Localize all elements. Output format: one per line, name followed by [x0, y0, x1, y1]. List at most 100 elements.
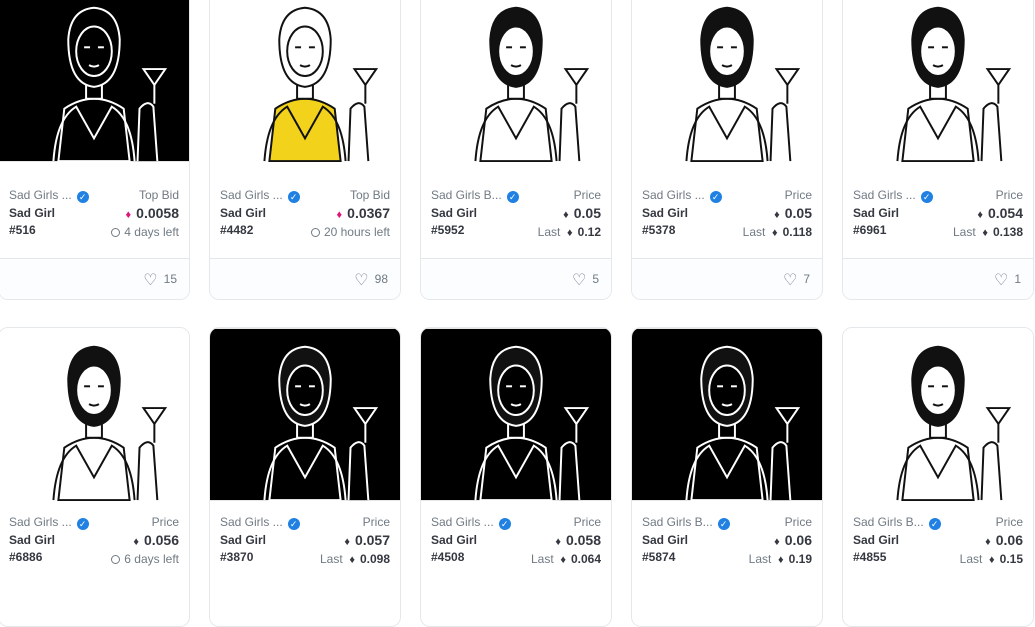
nft-grid: Sad Girls ... ✓ Sad Girl #516 Top Bid ♦ 0.…: [0, 0, 1035, 627]
card-footer: ♡ 1: [843, 258, 1033, 299]
price-label: Price: [573, 515, 601, 529]
ethereum-icon: ♦: [977, 209, 983, 221]
ethereum-icon: ♦: [563, 209, 569, 221]
nft-image[interactable]: [421, 328, 611, 501]
price-label: Top Bid: [138, 188, 179, 202]
verified-badge-icon: ✓: [709, 191, 722, 203]
heart-icon: ♡: [993, 272, 1009, 289]
ethereum-icon: ♦: [560, 554, 566, 566]
weth-icon: ♦: [336, 209, 343, 221]
price-value: ♦ 0.057: [344, 532, 390, 548]
ethereum-icon: ♦: [567, 227, 573, 239]
collection-name[interactable]: Sad Girls ... ✓: [642, 188, 722, 203]
last-sale: Last ♦ 0.15: [959, 552, 1023, 566]
like-count: 7: [803, 272, 810, 286]
card-footer: ♡ 7: [632, 258, 822, 299]
nft-image[interactable]: [0, 0, 189, 162]
price-label: Top Bid: [349, 188, 390, 202]
collection-name[interactable]: Sad Girls ... ✓: [220, 188, 300, 203]
nft-image[interactable]: [632, 0, 822, 162]
time-left: 4 days left: [111, 225, 179, 239]
like-count: 1: [1014, 272, 1021, 286]
favorite-button[interactable]: ♡ 5: [572, 270, 599, 290]
collection-name[interactable]: Sad Girls ... ✓: [9, 188, 89, 203]
clock-icon: [111, 555, 121, 564]
nft-card[interactable]: Sad Girls ... ✓ Sad Girl #4482 Top Bid ♦ 0…: [209, 0, 401, 300]
collection-name[interactable]: Sad Girls B... ✓: [642, 515, 730, 530]
favorite-button[interactable]: ♡ 7: [783, 270, 810, 290]
last-sale: Last ♦ 0.064: [530, 552, 601, 566]
item-name: Sad Girl #5874: [642, 533, 689, 564]
heart-icon: ♡: [354, 272, 369, 289]
collection-name[interactable]: Sad Girls ... ✓: [9, 515, 89, 530]
like-count: 5: [592, 272, 599, 286]
like-count: 98: [374, 272, 388, 286]
heart-icon: ♡: [143, 272, 158, 289]
heart-icon: ♡: [782, 272, 798, 289]
nft-image[interactable]: [421, 0, 611, 162]
nft-card[interactable]: Sad Girls ... ✓ Sad Girl #516 Top Bid ♦ 0.…: [0, 0, 190, 300]
nft-card[interactable]: Sad Girls ... ✓ Sad Girl #3870 Price ♦ 0.0…: [209, 327, 401, 627]
favorite-button[interactable]: ♡ 15: [143, 270, 177, 290]
card-footer: ♡ 98: [210, 258, 400, 299]
last-sale: Last ♦ 0.12: [537, 225, 601, 239]
nft-card[interactable]: Sad Girls B... ✓ Sad Girl #5874 Price ♦ 0.…: [631, 327, 823, 627]
collection-name[interactable]: Sad Girls ... ✓: [853, 188, 933, 203]
verified-badge-icon: ✓: [717, 518, 730, 530]
ethereum-icon: ♦: [989, 554, 995, 566]
item-name: Sad Girl #5378: [642, 206, 689, 237]
item-name: Sad Girl #6886: [9, 533, 56, 564]
nft-card[interactable]: Sad Girls ... ✓ Sad Girl #5378 Price ♦ 0.0…: [631, 0, 823, 300]
last-sale: Last ♦ 0.138: [952, 225, 1023, 239]
nft-image[interactable]: [843, 0, 1033, 162]
card-info: Sad Girls ... ✓ Sad Girl #5378 Price ♦ 0.0…: [632, 185, 822, 251]
collection-name[interactable]: Sad Girls ... ✓: [220, 515, 300, 530]
like-count: 15: [163, 272, 177, 286]
nft-card[interactable]: Sad Girls ... ✓ Sad Girl #6961 Price ♦ 0.0…: [842, 0, 1034, 300]
nft-card[interactable]: Sad Girls B... ✓ Sad Girl #4855 Price ♦ 0.…: [842, 327, 1034, 627]
price-label: Price: [784, 188, 812, 202]
card-info: Sad Girls B... ✓ Sad Girl #4855 Price ♦ 0.…: [843, 512, 1033, 578]
collection-name[interactable]: Sad Girls B... ✓: [431, 188, 519, 203]
nft-image[interactable]: [210, 0, 400, 162]
verified-badge-icon: ✓: [287, 518, 300, 530]
weth-icon: ♦: [125, 209, 132, 221]
nft-card[interactable]: Sad Girls ... ✓ Sad Girl #4508 Price ♦ 0.0…: [420, 327, 612, 627]
ethereum-icon: ♦: [985, 536, 991, 548]
clock-icon: [310, 228, 320, 237]
nft-image[interactable]: [210, 328, 400, 501]
item-name: Sad Girl #4855: [853, 533, 900, 564]
ethereum-icon: ♦: [349, 554, 355, 566]
nft-image[interactable]: [843, 328, 1033, 501]
verified-badge-icon: ✓: [928, 518, 941, 530]
item-name: Sad Girl #6961: [853, 206, 900, 237]
verified-badge-icon: ✓: [920, 191, 933, 203]
nft-card[interactable]: Sad Girls ... ✓ Sad Girl #6886 Price ♦ 0.0…: [0, 327, 190, 627]
favorite-button[interactable]: ♡ 98: [354, 270, 388, 290]
clock-icon: [111, 228, 121, 237]
card-info: Sad Girls ... ✓ Sad Girl #6886 Price ♦ 0.0…: [0, 512, 189, 578]
ethereum-icon: ♦: [133, 536, 139, 548]
item-name: Sad Girl #3870: [220, 533, 267, 564]
time-left: 6 days left: [111, 552, 179, 566]
price-value: ♦ 0.05: [563, 205, 601, 221]
verified-badge-icon: ✓: [506, 191, 519, 203]
item-name: Sad Girl #4482: [220, 206, 267, 237]
price-value: ♦ 0.06: [985, 532, 1023, 548]
item-name: Sad Girl #516: [9, 206, 56, 237]
favorite-button[interactable]: ♡ 1: [994, 270, 1021, 290]
collection-name[interactable]: Sad Girls ... ✓: [431, 515, 511, 530]
collection-name[interactable]: Sad Girls B... ✓: [853, 515, 941, 530]
price-value: ♦ 0.06: [774, 532, 812, 548]
nft-image[interactable]: [632, 328, 822, 501]
card-info: Sad Girls ... ✓ Sad Girl #4508 Price ♦ 0.0…: [421, 512, 611, 578]
last-sale: Last ♦ 0.098: [319, 552, 390, 566]
verified-badge-icon: ✓: [498, 518, 511, 530]
item-name: Sad Girl #5952: [431, 206, 478, 237]
nft-card[interactable]: Sad Girls B... ✓ Sad Girl #5952 Price ♦ 0.…: [420, 0, 612, 300]
item-name: Sad Girl #4508: [431, 533, 478, 564]
card-footer: ♡ 5: [421, 258, 611, 299]
last-sale: Last ♦ 0.118: [742, 225, 812, 239]
nft-image[interactable]: [0, 328, 189, 501]
price-value: ♦ 0.05: [774, 205, 812, 221]
